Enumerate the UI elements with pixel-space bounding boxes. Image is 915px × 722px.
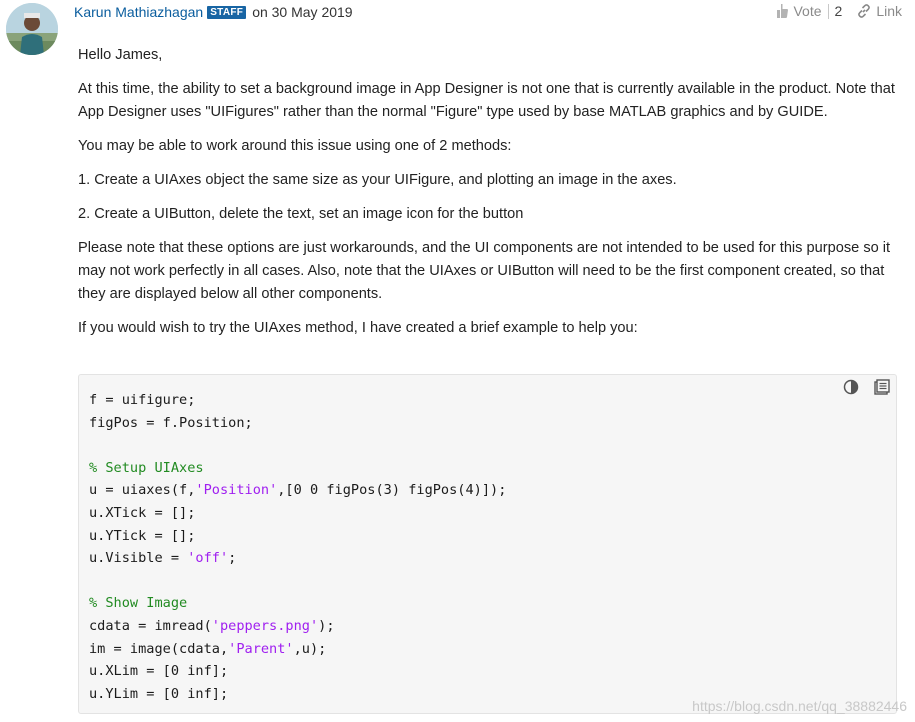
note-paragraph: Please note that these options are just … bbox=[78, 240, 891, 302]
code-line: u.Visible = 'off'; bbox=[89, 550, 237, 567]
code-comment: % Setup UIAxes bbox=[89, 459, 204, 476]
author-name[interactable]: Karun Mathiazhagan bbox=[74, 4, 203, 20]
code-toolbar bbox=[843, 379, 890, 395]
code-line: u.YTick = []; bbox=[89, 527, 196, 544]
example-intro-paragraph: If you would wish to try the UIAxes meth… bbox=[78, 320, 638, 336]
code-line: u.XTick = []; bbox=[89, 504, 196, 521]
code-line: u.YLim = [0 inf]; bbox=[89, 685, 229, 702]
code-text: f = uifigure; figPos = f.Position; % Setup… bbox=[89, 389, 506, 705]
vote-label: Vote bbox=[793, 3, 822, 19]
watermark: https://blog.csdn.net/qq_38882446 bbox=[692, 698, 907, 714]
method-1-paragraph: 1. Create a UIAxes object the same size … bbox=[78, 172, 677, 188]
contrast-toggle-icon[interactable] bbox=[843, 379, 859, 395]
methods-intro-paragraph: You may be able to work around this issu… bbox=[78, 138, 512, 154]
code-line: f = uifigure; bbox=[89, 392, 196, 408]
code-line: u.XLim = [0 inf]; bbox=[89, 663, 229, 680]
copy-code-icon[interactable] bbox=[874, 379, 890, 395]
post-actions: Vote 2 Link bbox=[777, 2, 902, 20]
code-line: im = image(cdata,'Parent',u); bbox=[89, 640, 327, 657]
link-label: Link bbox=[876, 3, 902, 19]
code-block[interactable]: f = uifigure; figPos = f.Position; % Setup… bbox=[78, 374, 897, 714]
thumbs-up-icon bbox=[777, 4, 789, 18]
link-icon bbox=[858, 4, 871, 18]
staff-badge: STAFF bbox=[207, 5, 247, 19]
method-2-paragraph: 2. Create a UIButton, delete the text, s… bbox=[78, 206, 524, 222]
intro-paragraph: At this time, the ability to set a backg… bbox=[78, 81, 895, 120]
vote-button[interactable]: Vote bbox=[777, 3, 822, 19]
vote-divider bbox=[827, 3, 829, 19]
post-date: on 30 May 2019 bbox=[252, 4, 353, 20]
link-button[interactable]: Link bbox=[856, 3, 902, 19]
vote-count: 2 bbox=[834, 3, 843, 19]
post-body: Hello James, At this time, the ability t… bbox=[78, 44, 898, 351]
code-line: cdata = imread('peppers.png'); bbox=[89, 617, 335, 634]
post-header: Karun Mathiazhagan STAFF on 30 May 2019 bbox=[74, 3, 353, 21]
code-line: u = uiaxes(f,'Position',[0 0 figPos(3) f… bbox=[89, 482, 507, 499]
code-comment: % Show Image bbox=[89, 595, 188, 612]
code-line: figPos = f.Position; bbox=[89, 414, 253, 431]
avatar[interactable] bbox=[6, 3, 58, 55]
avatar-image bbox=[6, 3, 58, 55]
greeting-paragraph: Hello James, bbox=[78, 47, 163, 63]
